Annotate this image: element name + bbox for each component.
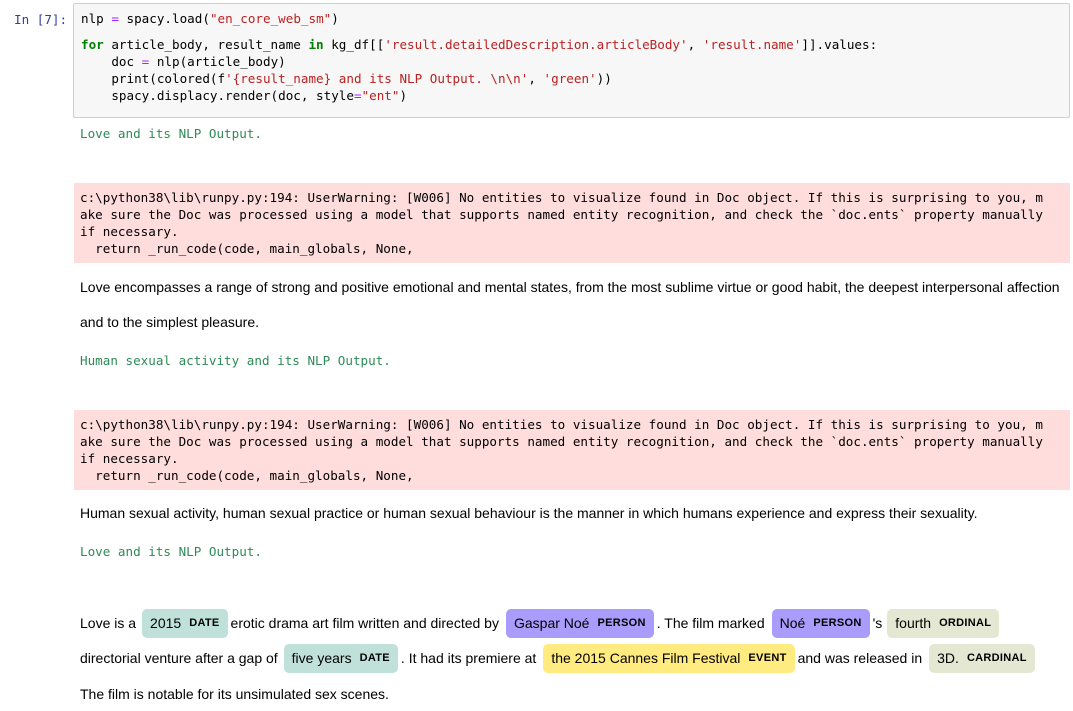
entity-label: DATE (189, 617, 220, 629)
entity-date: five years DATE (283, 643, 398, 673)
entity-text: 2015 (150, 615, 182, 631)
code-token: ]].values: (801, 37, 878, 52)
code-token: , (528, 71, 544, 86)
entity-label: EVENT (748, 652, 787, 664)
code-token: 'result.detailedDescription.articleBody' (384, 37, 688, 52)
entity-text: the 2015 Cannes Film Festival (551, 650, 741, 666)
warning-line: ake sure the Doc was processed using a m… (80, 434, 1043, 449)
code-token: "ent" (361, 88, 400, 103)
human-sexual-activity-paragraph: Human sexual activity, human sexual prac… (80, 505, 978, 521)
entity-person: Noé PERSON (771, 608, 870, 638)
love-paragraph-line-1: Love encompasses a range of strong and p… (80, 279, 1060, 295)
entity-text: 3D. (937, 650, 959, 666)
entity-event: the 2015 Cannes Film Festival EVENT (543, 643, 795, 673)
output-heading-love: Love and its NLP Output. (80, 126, 262, 141)
code-token: print(colored(f (81, 71, 226, 86)
warning-line: c:\python38\lib\runpy.py:194: UserWarnin… (80, 417, 1043, 432)
code-line-4: print(colored(f'{result_name} and its NL… (81, 70, 1069, 87)
entity-text: fourth (895, 615, 932, 631)
stderr-warning-2: c:\python38\lib\runpy.py:194: UserWarnin… (74, 410, 1070, 490)
code-token: = (111, 11, 119, 26)
code-line-1: nlp = spacy.load("en_core_web_sm") (81, 10, 1069, 27)
code-token: in (308, 37, 324, 52)
output-heading-human-sexual-activity: Human sexual activity and its NLP Output… (80, 353, 391, 368)
entity-text: Gaspar Noé (513, 615, 590, 631)
code-line-3: doc = nlp(article_body) (81, 53, 1069, 70)
code-token: )) (596, 71, 612, 86)
entity-line-1: Love is a 2015 DATE erotic drama art film… (80, 606, 1002, 640)
warning-line: c:\python38\lib\runpy.py:194: UserWarnin… (80, 190, 1043, 205)
entity-text: five years (291, 650, 352, 666)
warning-line: ake sure the Doc was processed using a m… (80, 207, 1043, 222)
plain-text: Love is a (80, 615, 137, 631)
plain-text: 's (872, 615, 883, 631)
output-heading-love-film: Love and its NLP Output. (80, 544, 262, 559)
code-token: ) (331, 11, 339, 26)
entity-label: PERSON (813, 617, 862, 629)
plain-text: and was released in (797, 650, 923, 666)
plain-text: erotic drama art film written and direct… (230, 615, 499, 631)
warning-line: if necessary. (80, 224, 179, 239)
entity-label: DATE (359, 652, 390, 664)
plain-text: . The film marked (656, 615, 765, 631)
entity-label: ORDINAL (939, 617, 992, 629)
code-token: '{result_name} and its NLP Output. \n\n' (225, 71, 529, 86)
warning-line: return _run_code(code, main_globals, Non… (80, 468, 414, 483)
code-token: ) (399, 88, 408, 103)
code-token: nlp (81, 11, 112, 26)
code-token: article_body, result_name (103, 37, 309, 52)
warning-line: if necessary. (80, 451, 179, 466)
code-token: spacy.load( (118, 11, 210, 26)
code-cell[interactable]: nlp = spacy.load("en_core_web_sm") for a… (73, 3, 1070, 118)
code-token: 'result.name' (702, 37, 802, 52)
code-token: "en_core_web_sm" (209, 11, 332, 26)
code-token: kg_df[[ (323, 37, 385, 52)
code-token: spacy.displacy.render(doc, style (81, 88, 354, 103)
warning-line: return _run_code(code, main_globals, Non… (80, 241, 414, 256)
love-paragraph-line-2: and to the simplest pleasure. (80, 314, 259, 330)
entity-ordinal: fourth ORDINAL (887, 608, 1000, 638)
code-line-2: for article_body, result_name in kg_df[[… (81, 36, 1069, 53)
code-token: = (353, 88, 362, 103)
entity-person: Gaspar Noé PERSON (505, 608, 654, 638)
entity-text: Noé (779, 615, 806, 631)
entity-line-2: directorial venture after a gap of five … (80, 641, 1038, 675)
entity-date: 2015 DATE (142, 608, 228, 638)
input-prompt: In [7]: (14, 12, 68, 27)
code-token: for (81, 37, 104, 52)
code-token: nlp(article_body) (149, 54, 286, 69)
code-token: 'green' (543, 71, 597, 86)
entity-label: PERSON (597, 617, 646, 629)
plain-text: directorial venture after a gap of (80, 650, 278, 666)
plain-text: . It had its premiere at (400, 650, 537, 666)
code-line-5: spacy.displacy.render(doc, style="ent") (81, 87, 1069, 104)
code-token: , (687, 37, 703, 52)
entity-line-3: The film is notable for its unsimulated … (80, 686, 389, 702)
entity-label: CARDINAL (966, 652, 1027, 664)
entity-cardinal: 3D. CARDINAL (929, 643, 1035, 673)
code-token: doc (81, 54, 142, 69)
stderr-warning-1: c:\python38\lib\runpy.py:194: UserWarnin… (74, 183, 1070, 263)
